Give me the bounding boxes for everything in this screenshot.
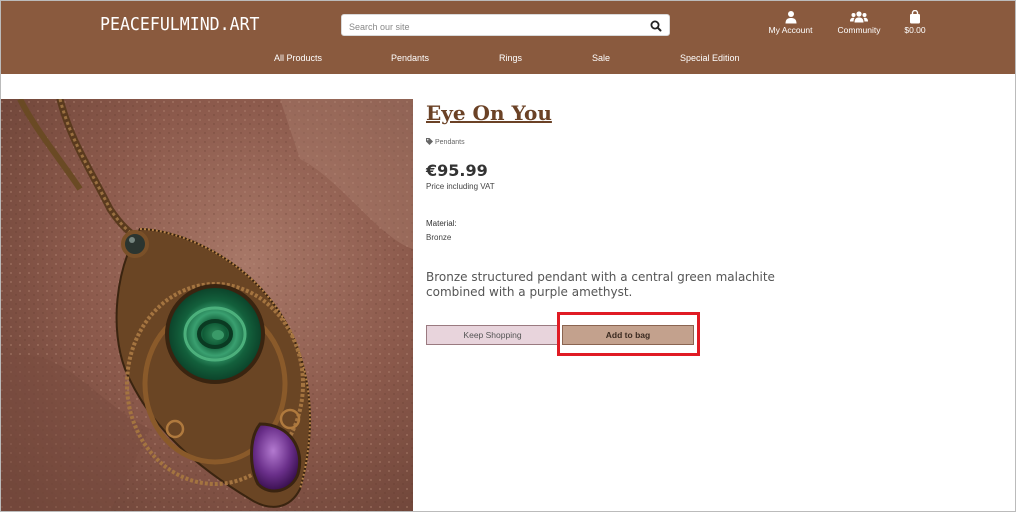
- product-description: Bronze structured pendant with a central…: [426, 270, 775, 299]
- category-label: Pendants: [435, 139, 465, 146]
- nav-all-products[interactable]: All Products: [274, 53, 322, 63]
- bag-total: $0.00: [904, 25, 926, 35]
- material-value: Bronze: [426, 233, 452, 242]
- site-header: PEACEFULMIND.ART My Account Community $0…: [1, 1, 1015, 74]
- material-label: Material:: [426, 219, 457, 228]
- nav-rings[interactable]: Rings: [499, 53, 522, 63]
- product-price: €95.99: [426, 161, 488, 180]
- community-link[interactable]: Community: [831, 10, 887, 35]
- search-bar: [341, 14, 670, 37]
- price-note: Price including VAT: [426, 182, 495, 191]
- user-icon: [763, 10, 818, 24]
- my-account-label: My Account: [768, 25, 813, 35]
- tag-icon: [426, 138, 433, 147]
- users-icon: [831, 10, 887, 24]
- product-title[interactable]: Eye On You: [426, 101, 552, 125]
- keep-shopping-button[interactable]: Keep Shopping: [426, 325, 559, 345]
- shopping-bag-icon: [899, 9, 931, 24]
- product-image: [0, 99, 413, 512]
- nav-special-edition[interactable]: Special Edition: [680, 53, 740, 63]
- search-icon[interactable]: [649, 18, 663, 32]
- community-label: Community: [837, 25, 881, 35]
- nav-sale[interactable]: Sale: [592, 53, 610, 63]
- add-to-bag-button[interactable]: Add to bag: [562, 325, 694, 345]
- shopping-bag-link[interactable]: $0.00: [899, 9, 931, 35]
- my-account-link[interactable]: My Account: [763, 10, 818, 35]
- site-logo[interactable]: PEACEFULMIND.ART: [100, 14, 260, 35]
- nav-pendants[interactable]: Pendants: [391, 53, 429, 63]
- product-category[interactable]: Pendants: [426, 138, 465, 147]
- search-input[interactable]: [342, 17, 632, 37]
